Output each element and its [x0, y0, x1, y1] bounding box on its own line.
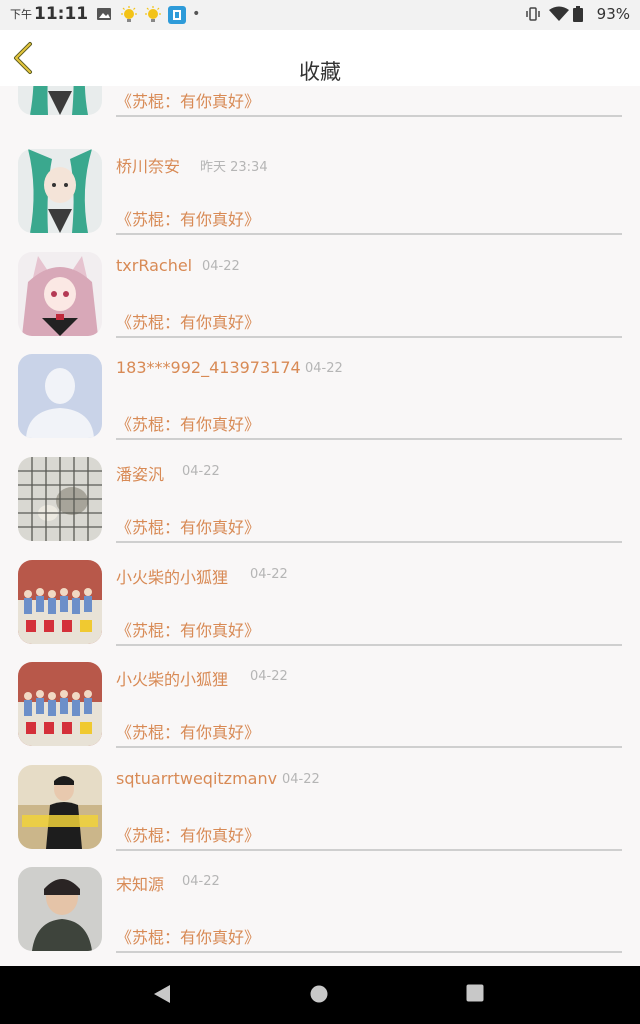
favorite-time: 04-22: [305, 361, 343, 376]
page-title: 收藏: [299, 60, 341, 84]
favorite-time: 04-22: [250, 567, 288, 582]
lightbulb-icon: [120, 6, 138, 22]
list-item[interactable]: sqtuarrtweqitzmanv 04-22 《苏棍：有你真好》: [0, 762, 640, 864]
battery-percent: 93%: [596, 5, 630, 23]
avatar[interactable]: [18, 560, 102, 644]
square-recents-icon: [466, 984, 484, 1002]
favorite-quote: 《苏棍：有你真好》: [116, 210, 261, 229]
battery-icon: [572, 6, 589, 22]
app-notification-icon: [168, 6, 187, 24]
divider: [116, 438, 622, 440]
favorite-time: 昨天 23:34: [200, 160, 268, 175]
lightbulb-icon: [144, 6, 162, 22]
status-time: 11:11: [34, 4, 89, 24]
favorite-quote: 《苏棍：有你真好》: [116, 415, 261, 434]
favorite-time: 04-22: [182, 464, 220, 479]
list-item[interactable]: 桥川奈安 昨天 23:34 《苏棍：有你真好》: [0, 146, 640, 248]
favorite-quote: 《苏棍：有你真好》: [116, 621, 261, 640]
avatar[interactable]: [18, 457, 102, 541]
list-item[interactable]: 宋知源 04-22 《苏棍：有你真好》: [0, 864, 640, 966]
nav-home-button[interactable]: [309, 984, 329, 1008]
favorite-quote: 《苏棍：有你真好》: [116, 313, 261, 332]
divider: [116, 849, 622, 851]
list-item[interactable]: txrRachel 04-22 《苏棍：有你真好》: [0, 249, 640, 351]
status-bar: 下午 11:11 • 93%: [0, 0, 640, 30]
divider: [116, 541, 622, 543]
default-person-icon: [18, 354, 102, 438]
more-notifications-icon: •: [192, 6, 201, 22]
list-item[interactable]: 《苏棍：有你真好》: [0, 86, 640, 130]
image-icon: [96, 6, 112, 22]
app-header: 收藏: [0, 30, 640, 86]
avatar[interactable]: [18, 252, 102, 336]
nav-recents-button[interactable]: [466, 984, 484, 1006]
circle-home-icon: [310, 985, 328, 1003]
user-name[interactable]: 宋知源: [116, 871, 164, 895]
divider: [116, 233, 622, 235]
favorite-quote: 《苏棍：有你真好》: [116, 826, 261, 845]
user-name[interactable]: 183***992_413973174: [116, 358, 301, 377]
divider: [116, 336, 622, 338]
avatar[interactable]: [18, 765, 102, 849]
wifi-icon: [548, 6, 569, 22]
favorite-quote: 《苏棍：有你真好》: [116, 92, 261, 111]
avatar[interactable]: [18, 867, 102, 951]
user-name[interactable]: 潘姿汎: [116, 461, 164, 485]
favorite-time: 04-22: [250, 669, 288, 684]
navigation-bar: [0, 966, 640, 1024]
avatar[interactable]: [18, 86, 102, 115]
divider: [116, 951, 622, 953]
user-name[interactable]: 小火柴的小狐狸: [116, 666, 228, 690]
favorite-quote: 《苏棍：有你真好》: [116, 518, 261, 537]
status-time-prefix: 下午: [10, 8, 32, 21]
favorite-time: 04-22: [182, 874, 220, 889]
user-name[interactable]: 小火柴的小狐狸: [116, 564, 228, 588]
user-name[interactable]: txrRachel: [116, 256, 192, 275]
divider: [116, 115, 622, 117]
avatar[interactable]: [18, 662, 102, 746]
user-name[interactable]: sqtuarrtweqitzmanv: [116, 769, 277, 788]
avatar[interactable]: [18, 354, 102, 438]
favorite-quote: 《苏棍：有你真好》: [116, 723, 261, 742]
vibrate-icon: [525, 6, 541, 22]
list-item[interactable]: 183***992_413973174 04-22 《苏棍：有你真好》: [0, 351, 640, 453]
divider: [116, 746, 622, 748]
favorite-time: 04-22: [282, 772, 320, 787]
triangle-back-icon: [154, 985, 170, 1003]
list-item[interactable]: 潘姿汎 04-22 《苏棍：有你真好》: [0, 454, 640, 556]
nav-back-button[interactable]: [152, 984, 172, 1008]
avatar[interactable]: [18, 149, 102, 233]
favorite-quote: 《苏棍：有你真好》: [116, 928, 261, 947]
list-item[interactable]: 小火柴的小狐狸 04-22 《苏棍：有你真好》: [0, 557, 640, 659]
list-item[interactable]: 小火柴的小狐狸 04-22 《苏棍：有你真好》: [0, 659, 640, 761]
user-name[interactable]: 桥川奈安: [116, 153, 180, 177]
favorites-list: 《苏棍：有你真好》 桥川奈安 昨天 23:34 《苏棍：有你真好》 txrRac…: [0, 86, 640, 966]
favorite-time: 04-22: [202, 259, 240, 274]
divider: [116, 644, 622, 646]
